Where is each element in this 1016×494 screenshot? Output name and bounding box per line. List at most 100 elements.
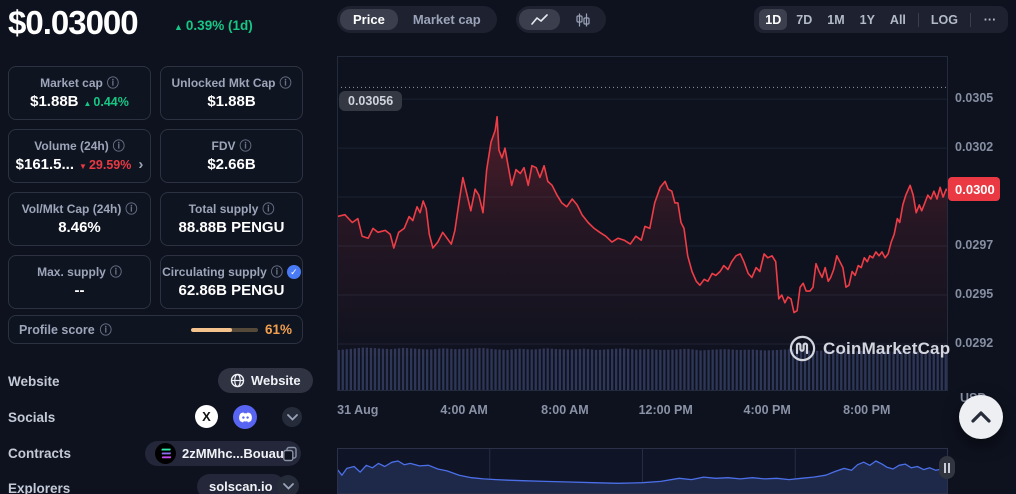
stat-value-text: $161.5... (16, 156, 74, 173)
coinmarketcap-logo-icon (789, 335, 816, 362)
more-options-button[interactable]: ··· (977, 9, 1003, 30)
y-axis-tick: 0.0292 (955, 336, 1007, 350)
stat-label: Vol/Mkt Cap (24h)ⓘ (22, 202, 138, 216)
y-axis-tick: 0.0305 (955, 91, 1007, 105)
explorer-button[interactable]: solscan.io (197, 474, 285, 494)
y-axis-tick: 0.0297 (955, 238, 1007, 252)
stat-card-market-cap: Market capⓘ$1.88B▲0.44% (8, 66, 151, 120)
high-price-label: 0.03056 (339, 91, 402, 111)
stat-value-text: -- (75, 282, 85, 299)
stat-label-text: Circulating supply (162, 265, 267, 279)
stat-value: 8.46% (58, 219, 101, 236)
profile-score-label: Profile score (19, 323, 95, 337)
info-icon[interactable]: ⓘ (271, 266, 283, 278)
profile-score-value: 61% (265, 322, 292, 337)
volume-bar (768, 350, 770, 390)
stat-label-text: Total supply (189, 202, 259, 216)
info-icon[interactable]: ⓘ (262, 203, 274, 215)
solana-icon (155, 443, 176, 464)
contracts-label: Contracts (8, 446, 71, 461)
range-7d[interactable]: 7D (790, 9, 818, 30)
stat-card-vol-mkt-cap-24h: Vol/Mkt Cap (24h)ⓘ 8.46% (8, 192, 151, 246)
discord-button[interactable] (233, 405, 257, 429)
y-axis-tick: 0.0295 (955, 287, 1007, 301)
log-scale-button[interactable]: LOG (925, 9, 964, 30)
up-arrow-icon: ▲ (84, 99, 92, 108)
profile-score-card: Profile score ⓘ 61% (8, 315, 303, 344)
watermark-text: CoinMarketCap (823, 339, 950, 359)
volume-bar (699, 350, 701, 390)
info-icon[interactable]: ⓘ (100, 324, 112, 336)
website-button[interactable]: Website (218, 368, 313, 393)
volume-bar (703, 350, 705, 390)
stat-value: $1.88B (207, 93, 255, 110)
info-icon[interactable]: ⓘ (113, 140, 125, 152)
info-icon[interactable]: ⓘ (125, 203, 137, 215)
x-axis-tick: 4:00 PM (732, 403, 802, 417)
copy-contract-button[interactable] (280, 444, 299, 463)
stat-value-text: 62.86B PENGU (179, 282, 285, 299)
tab-price[interactable]: Price (340, 9, 398, 30)
info-icon[interactable]: ⓘ (110, 266, 122, 278)
stat-card-fdv: FDV ⓘ $2.66B (160, 129, 303, 183)
profile-score-bar (191, 328, 258, 332)
stat-label-text: Volume (24h) (34, 139, 108, 153)
chevron-up-icon (971, 411, 991, 423)
stat-label-text: Unlocked Mkt Cap (171, 76, 275, 90)
stat-value: $161.5... ▼29.59% › (16, 156, 144, 173)
socials-label: Socials (8, 410, 55, 425)
scroll-to-top-button[interactable] (959, 395, 1003, 439)
stat-label: Circulating supply ⓘ ✓ (162, 265, 301, 279)
stat-label: Max. supply ⓘ (37, 265, 122, 279)
stat-value-text: 88.88B PENGU (179, 219, 285, 236)
stat-value-text: 8.46% (58, 219, 101, 236)
stat-value: $2.66B (207, 156, 255, 173)
down-arrow-icon: ▼ (79, 162, 87, 171)
stat-value: 62.86B PENGU (179, 282, 285, 299)
x-axis-tick: 4:00 AM (429, 403, 499, 417)
info-icon[interactable]: ⓘ (239, 140, 251, 152)
coin-price: $0.03000 (8, 4, 138, 42)
stat-label: Unlocked Mkt Cap ⓘ (171, 76, 291, 90)
explorers-expand-button[interactable] (277, 475, 299, 494)
info-icon[interactable]: ⓘ (280, 77, 292, 89)
chart-type-toggle (516, 6, 606, 33)
chevron-right-icon[interactable]: › (138, 156, 143, 173)
x-social-button[interactable]: X (195, 405, 218, 428)
stat-card-max-supply: Max. supply ⓘ -- (8, 255, 151, 309)
stats-grid: Market capⓘ$1.88B▲0.44%Unlocked Mkt Capⓘ… (8, 66, 303, 309)
website-label: Website (8, 374, 60, 389)
up-arrow-icon: ▲ (174, 22, 183, 32)
line-chart-type-button[interactable] (519, 9, 560, 30)
contract-address-button[interactable]: 2zMMhc...Bouauv (145, 441, 301, 466)
line-chart-icon (531, 14, 549, 26)
stat-label-text: FDV (211, 139, 235, 153)
stat-card-total-supply: Total supplyⓘ 88.88B PENGU (160, 192, 303, 246)
stat-label: Total supplyⓘ (189, 202, 275, 216)
stat-delta: ▼29.59% (79, 158, 131, 172)
current-price-badge: 0.0300 (948, 177, 1000, 201)
stat-value: -- (75, 282, 85, 299)
range-1d[interactable]: 1D (759, 9, 787, 30)
range-1y[interactable]: 1Y (854, 9, 881, 30)
stat-value: 88.88B PENGU (179, 219, 285, 236)
navigator-resize-handle[interactable] (939, 456, 955, 479)
candlestick-chart-type-button[interactable] (562, 9, 603, 30)
info-icon[interactable]: ⓘ (107, 77, 119, 89)
chart-navigator[interactable] (337, 448, 948, 494)
volume-bar (772, 350, 774, 390)
range-all[interactable]: All (884, 9, 912, 30)
tab-market-cap[interactable]: Market cap (400, 9, 494, 30)
price-marketcap-toggle: PriceMarket cap (337, 6, 497, 33)
x-axis-tick: 31 Aug (323, 403, 393, 417)
stat-card-circulating-supply: Circulating supply ⓘ ✓62.86B PENGU (160, 255, 303, 309)
copy-icon (282, 446, 298, 462)
range-1m[interactable]: 1M (821, 9, 850, 30)
stat-label-text: Market cap (40, 76, 103, 90)
stat-value-text: $1.88B (207, 93, 255, 110)
stat-label-text: Max. supply (37, 265, 106, 279)
socials-expand-button[interactable] (282, 407, 302, 427)
chevron-down-icon (287, 414, 298, 421)
verified-check-icon: ✓ (287, 265, 301, 279)
x-axis-tick: 8:00 AM (530, 403, 600, 417)
